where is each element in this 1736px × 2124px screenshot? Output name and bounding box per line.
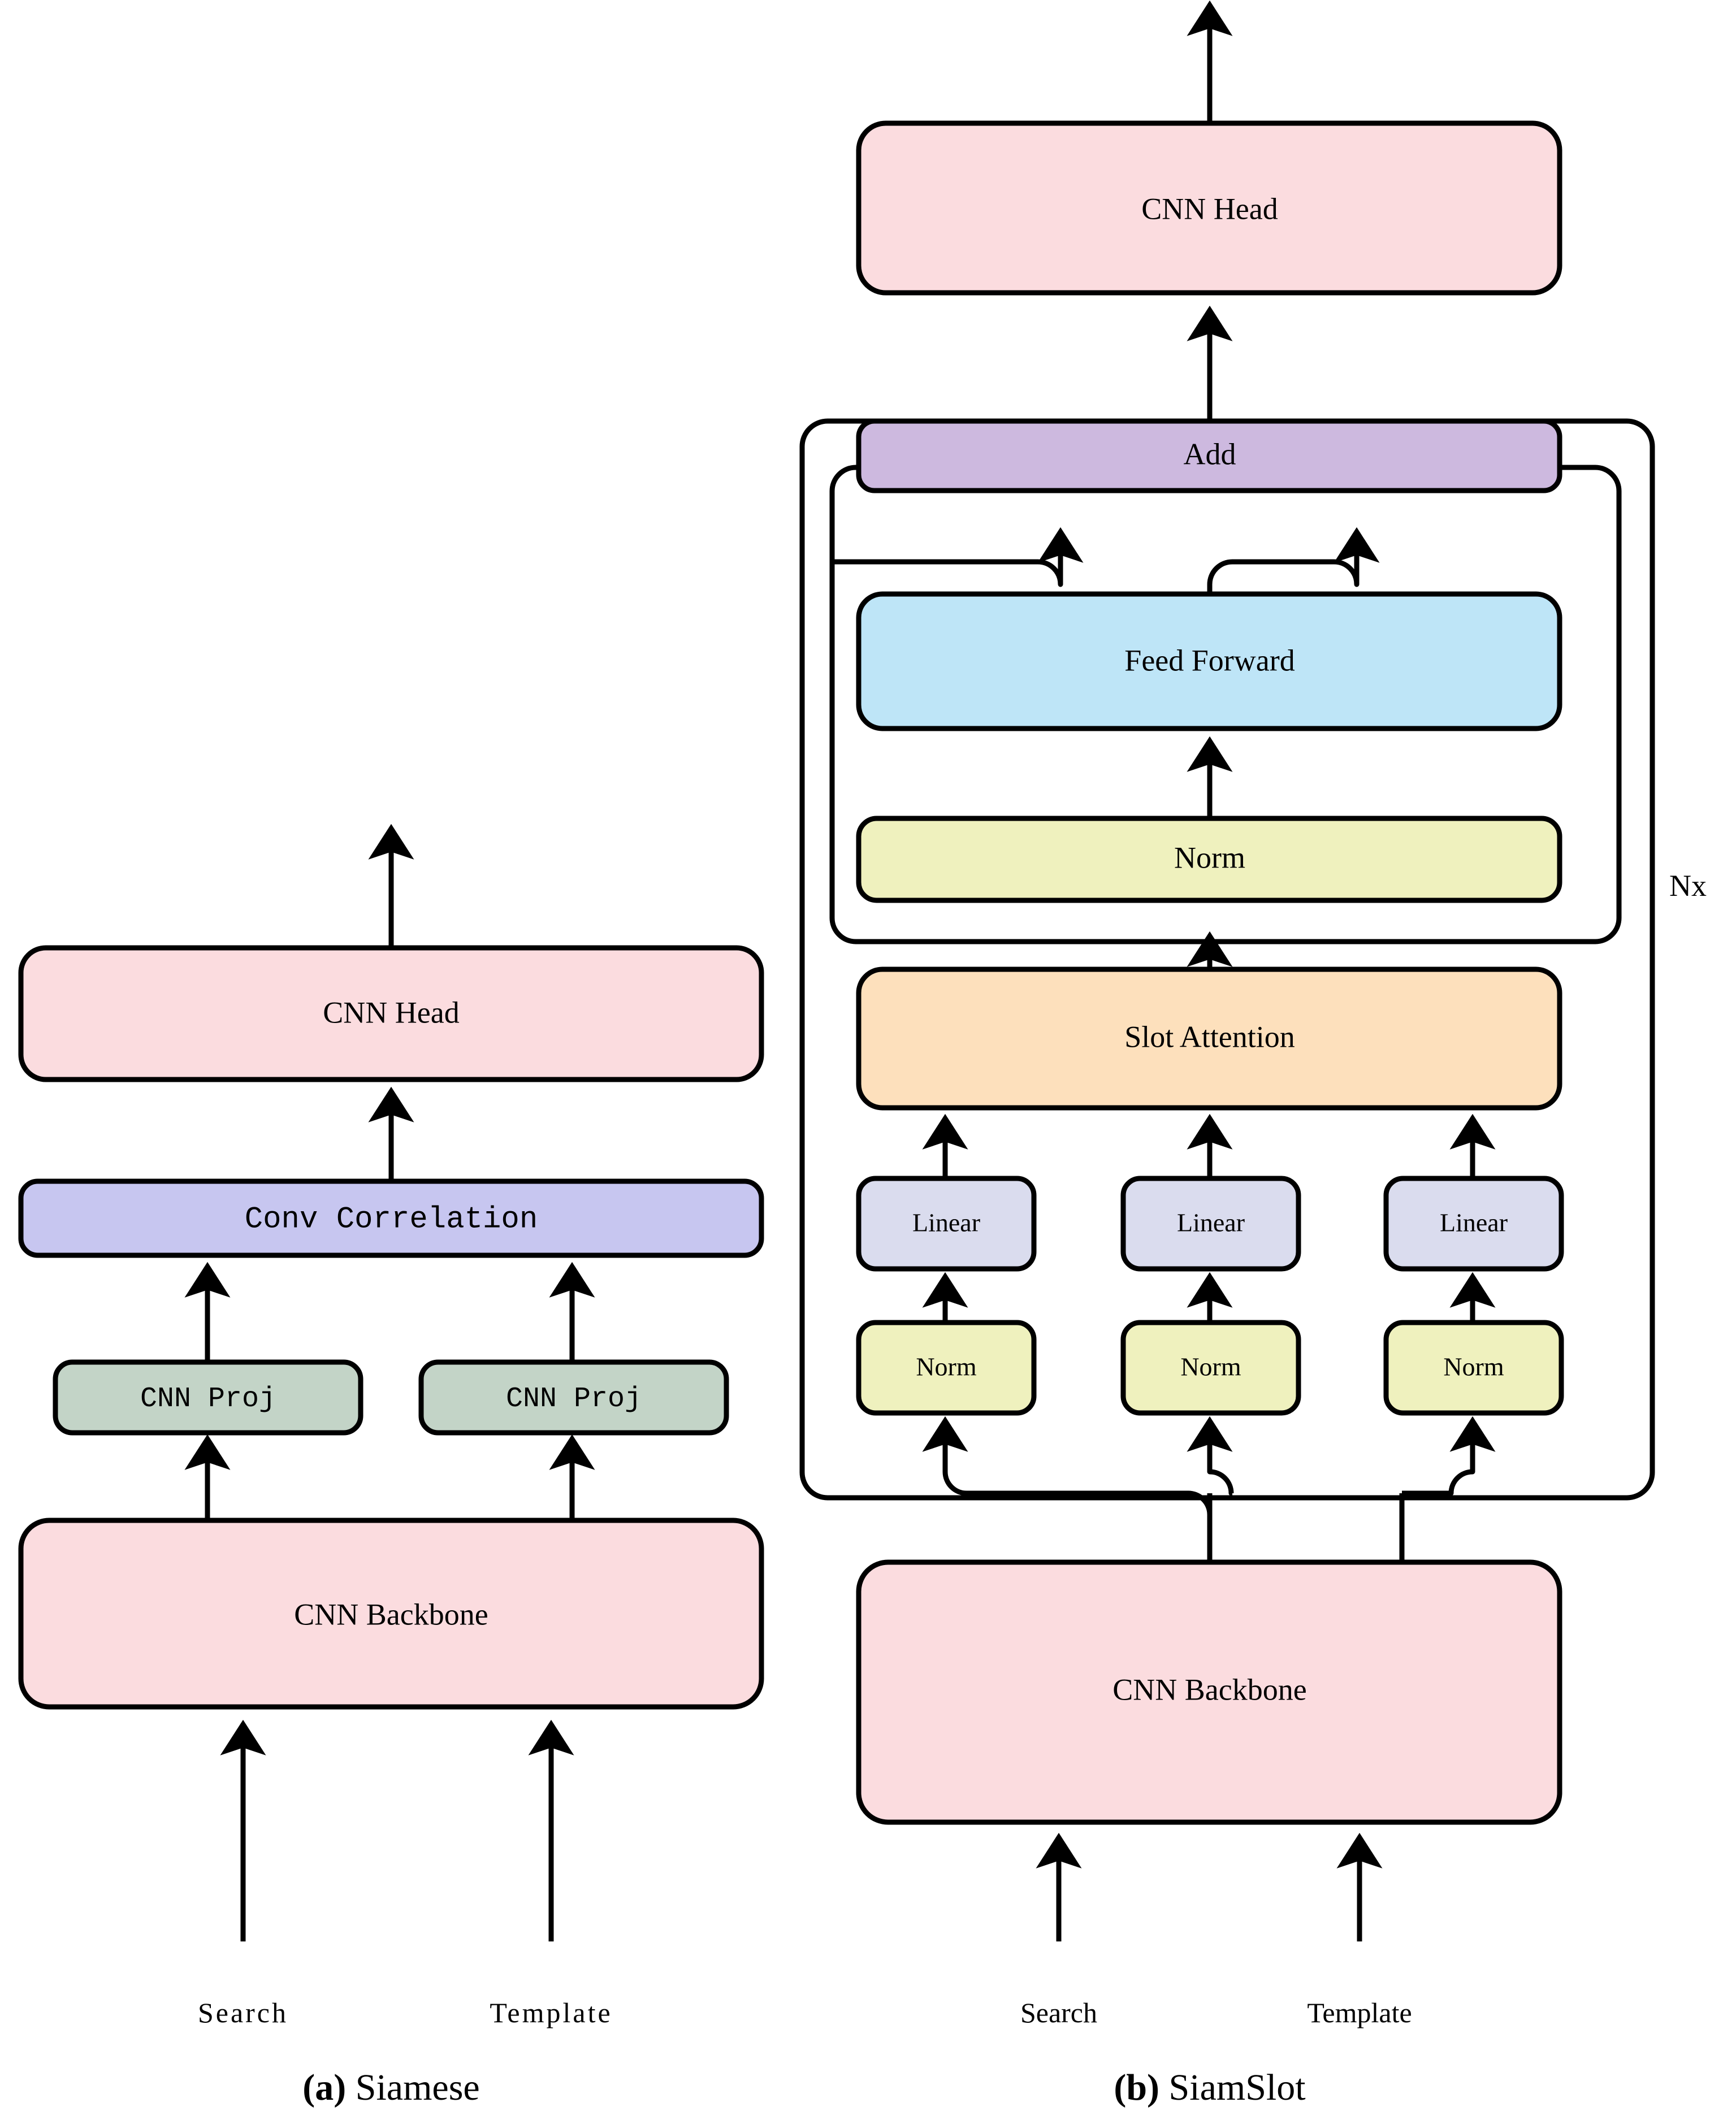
- svg-text:(a) Siamese: (a) Siamese: [302, 2067, 479, 2108]
- panel-b-add-label: Add: [1184, 437, 1236, 471]
- panel-b-siamslot: CNN Head Add Feed Forward Norm Slot Atte…: [799, 0, 1707, 2108]
- panel-a-siamese: CNN Head Conv Correlation CNN Proj CNN P…: [18, 823, 764, 2108]
- panel-b-linear-3-label: Linear: [1440, 1208, 1508, 1237]
- panel-b-linear-1-label: Linear: [912, 1208, 980, 1237]
- panel-b-ffn-to-add-arrow: [1207, 527, 1380, 594]
- panel-a-caption-tag: (a): [302, 2067, 346, 2108]
- panel-a-cnn-proj-right-label: CNN Proj: [506, 1383, 642, 1415]
- figure-root: CNN Head Conv Correlation CNN Proj CNN P…: [0, 0, 1736, 2124]
- panel-b-linear-2-label: Linear: [1177, 1208, 1245, 1237]
- panel-b-cnn-head-label: CNN Head: [1141, 192, 1278, 226]
- panel-b-slot-attention-label: Slot Attention: [1124, 1020, 1295, 1054]
- panel-a-search-label: Search: [198, 1997, 288, 2028]
- panel-b-linear-1-node[interactable]: Linear: [856, 1176, 1037, 1272]
- panel-b-norm-3-node[interactable]: Norm: [1383, 1320, 1564, 1416]
- panel-a-caption-name: Siamese: [356, 2067, 480, 2108]
- panel-a-conv-correlation-label: Conv Correlation: [245, 1202, 538, 1237]
- panel-b-feed-forward-node[interactable]: Feed Forward: [856, 591, 1562, 731]
- svg-text:(b) SiamSlot: (b) SiamSlot: [1114, 2067, 1305, 2108]
- panel-a-cnn-proj-left-label: CNN Proj: [140, 1383, 276, 1415]
- architecture-diagram: CNN Head Conv Correlation CNN Proj CNN P…: [18, 0, 1707, 2108]
- panel-b-norm-1-label: Norm: [916, 1353, 977, 1381]
- panel-b-add-node[interactable]: Add: [856, 418, 1562, 493]
- panel-b-caption-name: SiamSlot: [1169, 2067, 1306, 2108]
- panel-b-cnn-backbone-label: CNN Backbone: [1112, 1672, 1306, 1706]
- panel-b-norm-1-node[interactable]: Norm: [856, 1320, 1037, 1416]
- panel-b-cnn-head-node[interactable]: CNN Head: [856, 120, 1562, 296]
- panel-b-norm-2-node[interactable]: Norm: [1120, 1320, 1301, 1416]
- panel-a-cnn-proj-right-node[interactable]: CNN Proj: [418, 1359, 729, 1436]
- panel-a-cnn-proj-left-node[interactable]: CNN Proj: [53, 1359, 363, 1436]
- panel-b-norm-3-label: Norm: [1443, 1353, 1504, 1381]
- panel-a-template-label: Template: [490, 1997, 612, 2028]
- panel-a-caption: (a) Siamese: [302, 2067, 479, 2108]
- panel-b-feed-forward-label: Feed Forward: [1124, 643, 1295, 677]
- panel-b-cnn-backbone-node[interactable]: CNN Backbone: [856, 1559, 1562, 1825]
- panel-b-linear-2-node[interactable]: Linear: [1120, 1176, 1301, 1272]
- panel-b-residual-left-arrow: [832, 527, 1084, 587]
- panel-b-search-branch-mid: [1207, 1444, 1234, 1496]
- panel-b-caption-tag: (b): [1114, 2067, 1159, 2108]
- panel-b-search-label: Search: [1020, 1997, 1097, 2028]
- panel-b-slot-attention-node[interactable]: Slot Attention: [856, 966, 1562, 1111]
- panel-b-norm-post-attention-label: Norm: [1174, 840, 1245, 874]
- panel-b-norm-post-attention-node[interactable]: Norm: [856, 816, 1562, 903]
- panel-b-nx-repeat-label: Nx: [1669, 869, 1707, 903]
- panel-b-template-branch: [1402, 1469, 1475, 1496]
- panel-b-caption: (b) SiamSlot: [1114, 2067, 1305, 2108]
- panel-b-norm-2-label: Norm: [1180, 1353, 1241, 1381]
- panel-a-cnn-head-label: CNN Head: [323, 995, 459, 1029]
- panel-a-cnn-backbone-node[interactable]: CNN Backbone: [18, 1518, 764, 1710]
- panel-b-search-branch-left: [942, 1444, 1213, 1515]
- panel-b-linear-3-node[interactable]: Linear: [1383, 1176, 1564, 1272]
- panel-a-cnn-head-node[interactable]: CNN Head: [18, 945, 764, 1082]
- panel-a-conv-correlation-node[interactable]: Conv Correlation: [18, 1178, 764, 1258]
- panel-b-template-label: Template: [1307, 1997, 1412, 2028]
- panel-a-cnn-backbone-label: CNN Backbone: [294, 1597, 488, 1631]
